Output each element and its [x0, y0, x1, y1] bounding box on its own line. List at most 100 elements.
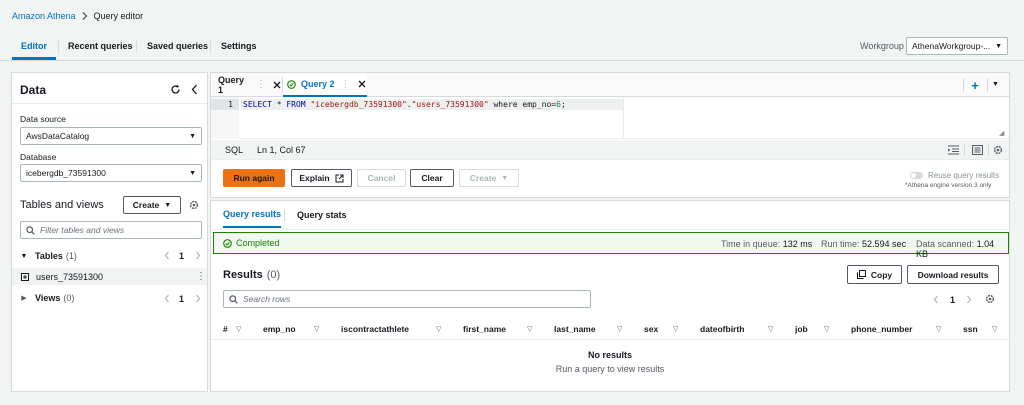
column-header[interactable]: job	[795, 318, 808, 340]
sort-icon[interactable]: ▽	[527, 318, 532, 340]
tables-views-title: Tables and views	[20, 199, 104, 211]
tab-recent-queries-label: Recent queries	[68, 40, 133, 51]
explain-button[interactable]: Explain	[291, 169, 352, 187]
sort-icon[interactable]: ▽	[617, 318, 622, 340]
editor-language: SQL	[225, 144, 244, 155]
cursor-position: Ln 1, Col 67	[257, 144, 306, 155]
cancel-button[interactable]: Cancel	[357, 169, 406, 187]
caret-down-icon[interactable]: ▼	[992, 81, 999, 88]
tables-section[interactable]: ▼ Tables (1)	[20, 249, 202, 263]
database-label: Database	[20, 152, 57, 162]
time-in-queue-label: Time in queue:	[721, 239, 781, 249]
next-page-icon[interactable]	[195, 251, 201, 260]
data-panel: Data Data source AwsDataCatalog ▼ Databa…	[11, 72, 208, 392]
gear-icon[interactable]	[993, 145, 1003, 155]
data-panel-title: Data	[20, 83, 47, 97]
copy-icon	[856, 270, 866, 279]
column-header[interactable]: last_name	[554, 318, 596, 340]
column-header[interactable]: emp_no	[263, 318, 296, 340]
time-in-queue-value: 132 ms	[782, 239, 813, 249]
filter-tables-input[interactable]: Filter tables and views	[20, 221, 202, 239]
column-header[interactable]: dateofbirth	[700, 318, 744, 340]
code-editor[interactable]: 1 SELECT * FROM "icebergdb_73591300". "us…	[211, 97, 1009, 139]
run-again-button[interactable]: Run again	[223, 169, 285, 187]
results-table-header: # ▽ emp_no ▽ iscontractathlete ▽ first_n…	[211, 318, 1009, 340]
tab-editor[interactable]: Editor	[12, 34, 56, 60]
sort-icon[interactable]: ▽	[992, 318, 997, 340]
reuse-results-toggle[interactable]: Reuse query results	[910, 169, 999, 181]
copy-label: Copy	[870, 269, 893, 280]
workgroup-select[interactable]: AthenaWorkgroup-... ▼	[906, 37, 1008, 55]
prev-page-icon[interactable]	[164, 251, 170, 260]
sort-icon[interactable]: ▽	[673, 318, 678, 340]
expand-plus-icon[interactable]	[21, 272, 29, 281]
next-page-icon[interactable]	[195, 294, 201, 303]
close-icon[interactable]	[358, 80, 366, 88]
keyboard-shortcuts-icon[interactable]	[972, 145, 983, 155]
sort-icon[interactable]: ▽	[768, 318, 773, 340]
success-check-icon	[223, 238, 232, 248]
create-button[interactable]: Create ▼	[123, 196, 181, 214]
tab-divider	[284, 209, 285, 221]
search-rows-input[interactable]: Search rows	[223, 290, 591, 308]
prev-page-icon[interactable]	[164, 294, 170, 303]
top-tab-underline	[0, 60, 1024, 61]
sort-icon[interactable]: ▽	[824, 318, 829, 340]
column-header[interactable]: ssn	[963, 318, 978, 340]
filter-placeholder: Filter tables and views	[40, 225, 125, 235]
sort-icon[interactable]: ▽	[236, 318, 241, 340]
add-tab-icon[interactable]: +	[963, 78, 987, 93]
refresh-icon[interactable]	[170, 84, 181, 95]
clear-button[interactable]: Clear	[410, 169, 454, 187]
caret-right-icon: ▶	[21, 295, 27, 302]
data-source-label: Data source	[20, 114, 66, 124]
empty-state-subtitle: Run a query to view results	[555, 364, 665, 374]
tab-recent-queries[interactable]: Recent queries	[68, 34, 133, 57]
collapse-panel-icon[interactable]	[191, 84, 198, 95]
query-tab-1-label: Query 1	[218, 74, 245, 95]
copy-button[interactable]: Copy	[847, 265, 902, 284]
tables-page-number[interactable]: 1	[179, 251, 184, 261]
sort-icon[interactable]: ▽	[936, 318, 941, 340]
results-page-number[interactable]: 1	[950, 295, 955, 305]
sort-icon[interactable]: ▽	[436, 318, 441, 340]
column-header: #	[223, 324, 228, 334]
column-header[interactable]: phone_number	[851, 318, 912, 340]
query-tab-1[interactable]: Query 1 ⋮	[211, 73, 281, 96]
next-page-icon[interactable]	[966, 295, 972, 304]
more-options-icon[interactable]: ⋮	[256, 79, 266, 90]
prev-page-icon[interactable]	[933, 295, 939, 304]
tables-label: Tables	[35, 251, 63, 261]
resize-handle-icon[interactable]: ◢	[999, 129, 1004, 137]
workgroup-value: AthenaWorkgroup-...	[912, 41, 991, 51]
breadcrumb-root[interactable]: Amazon Athena	[12, 11, 76, 21]
tab-settings[interactable]: Settings	[221, 34, 257, 57]
views-page-number[interactable]: 1	[179, 294, 184, 304]
create-query-button[interactable]: Create ▼	[459, 169, 519, 187]
data-scanned-label: Data scanned:	[916, 239, 975, 249]
table-item[interactable]: users_73591300 ⋮	[12, 268, 207, 285]
search-icon	[229, 294, 238, 304]
tab-query-results[interactable]: Query results	[223, 201, 282, 228]
gear-icon[interactable]	[189, 200, 199, 210]
sql-token: *	[271, 100, 287, 109]
download-results-button[interactable]: Download results	[907, 265, 999, 284]
column-header[interactable]: first_name	[463, 318, 506, 340]
toggle-switch[interactable]	[910, 171, 923, 179]
database-select[interactable]: icebergdb_73591300 ▼	[20, 164, 202, 182]
data-source-select[interactable]: AwsDataCatalog ▼	[20, 127, 202, 145]
tab-saved-queries[interactable]: Saved queries	[147, 34, 208, 57]
gear-icon[interactable]	[985, 294, 995, 304]
close-icon[interactable]	[273, 81, 281, 89]
results-title: Results	[223, 269, 263, 281]
more-options-icon[interactable]: ⋮	[341, 79, 351, 90]
column-header[interactable]: sex	[644, 318, 658, 340]
tab-query-stats[interactable]: Query stats	[297, 201, 347, 228]
format-query-icon[interactable]	[948, 145, 959, 155]
sort-icon[interactable]: ▽	[314, 318, 319, 340]
more-options-icon[interactable]: ⋮	[196, 271, 206, 282]
tab-query-stats-label: Query stats	[297, 209, 347, 220]
query-tab-2[interactable]: Query 2 ⋮	[283, 73, 367, 97]
column-header[interactable]: iscontractathlete	[341, 318, 409, 340]
views-section[interactable]: ▶ Views (0)	[20, 291, 160, 305]
